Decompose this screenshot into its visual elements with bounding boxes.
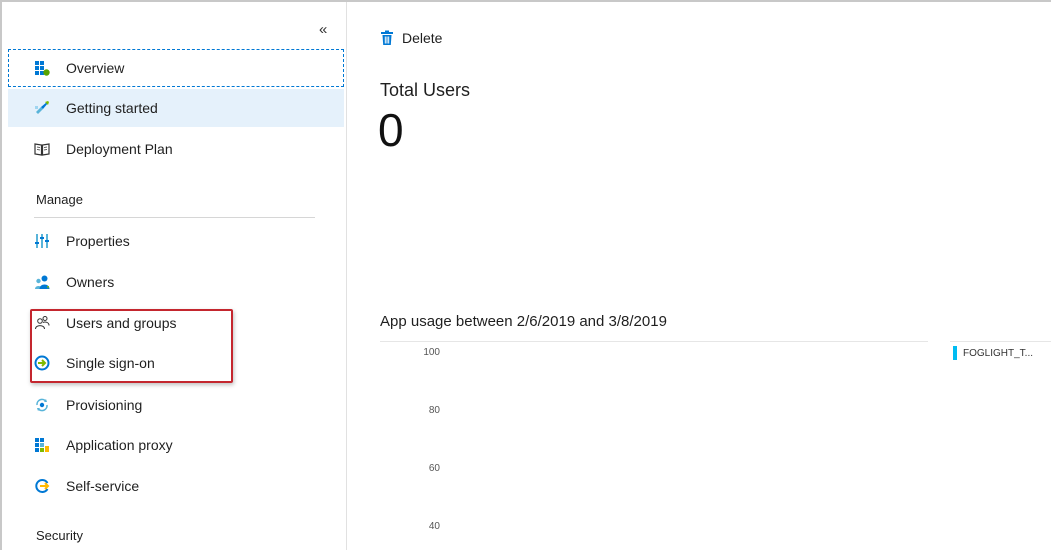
sidebar-item-label: Single sign-on xyxy=(66,355,155,371)
sidebar-item-label: Users and groups xyxy=(66,315,177,331)
owners-icon xyxy=(34,274,50,290)
sidebar-item-single-sign-on[interactable]: Single sign-on xyxy=(8,344,344,382)
legend-label: FOGLIGHT_T... xyxy=(963,347,1034,359)
users-groups-icon xyxy=(34,315,50,331)
sidebar-item-properties[interactable]: Properties xyxy=(8,222,344,260)
section-header-manage: Manage xyxy=(36,192,83,207)
provisioning-icon xyxy=(34,397,50,413)
delete-button[interactable]: Delete xyxy=(380,28,442,48)
collapse-sidebar-button[interactable]: « xyxy=(319,22,327,38)
sidebar-item-label: Self-service xyxy=(66,478,140,494)
sidebar-item-getting-started[interactable]: Getting started xyxy=(8,89,344,127)
section-divider xyxy=(34,217,315,218)
book-icon xyxy=(34,141,50,157)
sidebar-item-label: Properties xyxy=(66,233,130,249)
y-tick-label: 100 xyxy=(423,347,440,358)
chart-title: App usage between 2/6/2019 and 3/8/2019 xyxy=(380,313,667,330)
sidebar-item-label: Getting started xyxy=(66,100,158,116)
overview-icon xyxy=(34,60,50,76)
sidebar-item-owners[interactable]: Owners xyxy=(8,263,344,301)
usage-chart: 100 80 60 40 xyxy=(423,347,441,532)
trash-icon xyxy=(380,30,394,46)
sidebar-item-label: Provisioning xyxy=(66,397,143,413)
sidebar-item-overview[interactable]: Overview xyxy=(8,49,344,87)
rocket-icon xyxy=(34,100,50,116)
sidebar-item-label: Owners xyxy=(66,274,115,290)
properties-icon xyxy=(34,233,50,249)
sidebar-item-label: Overview xyxy=(66,60,125,76)
sidebar-item-label: Application proxy xyxy=(66,437,173,453)
total-users-value: 0 xyxy=(378,104,404,156)
sidebar-item-provisioning[interactable]: Provisioning xyxy=(8,386,344,424)
legend-top-border xyxy=(950,341,1051,342)
sso-icon xyxy=(34,355,50,371)
legend-item[interactable]: FOGLIGHT_T... xyxy=(953,346,1033,360)
legend-swatch xyxy=(953,346,957,360)
y-tick-label: 60 xyxy=(429,463,441,474)
y-tick-label: 80 xyxy=(429,405,441,416)
sidebar-item-self-service[interactable]: Self-service xyxy=(8,467,344,505)
section-header-security: Security xyxy=(36,528,83,543)
app-proxy-icon xyxy=(34,437,50,453)
y-tick-label: 40 xyxy=(429,521,441,532)
self-service-icon xyxy=(34,478,50,494)
delete-label: Delete xyxy=(402,30,443,46)
sidebar-item-label: Deployment Plan xyxy=(66,141,173,157)
sidebar-item-application-proxy[interactable]: Application proxy xyxy=(8,426,344,464)
sidebar-item-deployment-plan[interactable]: Deployment Plan xyxy=(8,130,344,168)
total-users-title: Total Users xyxy=(380,80,471,100)
sidebar-item-users-and-groups[interactable]: Users and groups xyxy=(8,304,344,342)
